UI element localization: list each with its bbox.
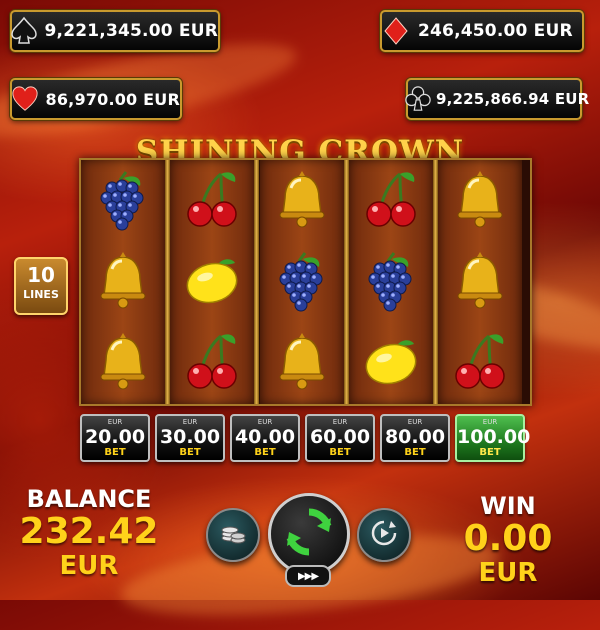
lines-count: 10 — [27, 263, 55, 287]
jackpot-clubs-value: 9,225,866.94 EUR — [436, 90, 590, 108]
balance-panel: BALANCE 232.42 EUR — [14, 485, 164, 581]
cherries-icon — [170, 323, 254, 403]
bet-button-5[interactable]: EUR 80.00 BET — [380, 414, 450, 462]
reel-separator — [343, 160, 349, 404]
cherries-icon — [349, 161, 433, 241]
bet-label: BET — [479, 447, 501, 458]
win-value: 0.00 — [463, 518, 553, 559]
autoplay-icon — [369, 518, 399, 552]
turbo-button[interactable]: ▶▶▶ — [285, 565, 331, 587]
reel-separator — [254, 160, 260, 404]
bet-button-2[interactable]: EUR 30.00 BET — [155, 414, 225, 462]
lemon-icon — [170, 242, 254, 322]
bet-amount: 40.00 — [234, 426, 296, 448]
bell-icon — [438, 161, 522, 241]
win-currency: EUR — [478, 558, 538, 588]
jackpot-diamonds-value: 246,450.00 EUR — [418, 21, 573, 41]
bet-button-3[interactable]: EUR 40.00 BET — [230, 414, 300, 462]
bell-icon — [81, 242, 165, 322]
diamond-icon — [378, 13, 414, 49]
reel-1 — [81, 160, 165, 404]
reel-separator — [165, 160, 170, 404]
bell-icon — [260, 323, 344, 403]
cherries-icon — [438, 323, 522, 403]
reels-frame — [79, 158, 532, 406]
grapes-icon — [260, 242, 344, 322]
bet-amount: 20.00 — [84, 426, 146, 448]
bet-button-6[interactable]: EUR 100.00 BET — [455, 414, 531, 462]
bet-amount: 60.00 — [309, 426, 371, 448]
balance-value: 232.42 — [19, 511, 159, 552]
bell-icon — [260, 161, 344, 241]
spin-button[interactable] — [268, 493, 350, 575]
cherries-icon — [170, 161, 254, 241]
bet-button-4[interactable]: EUR 60.00 BET — [305, 414, 375, 462]
coins-button[interactable] — [206, 508, 260, 562]
bet-label: BET — [329, 447, 351, 458]
coins-icon — [218, 518, 248, 552]
reel-separator — [432, 160, 438, 404]
win-panel: WIN 0.00 EUR — [448, 492, 568, 588]
grapes-icon — [81, 161, 165, 241]
lemon-icon — [349, 323, 433, 403]
balance-label: BALANCE — [26, 485, 152, 513]
jackpot-hearts: 86,970.00 EUR — [10, 78, 182, 120]
jackpot-spades-value: 9,221,345.00 EUR — [44, 21, 218, 41]
bet-amount: 80.00 — [384, 426, 446, 448]
reel-3 — [259, 160, 344, 404]
bet-label: BET — [179, 447, 201, 458]
bell-icon — [81, 323, 165, 403]
balance-currency: EUR — [59, 551, 119, 581]
lines-label: LINES — [23, 288, 59, 301]
club-icon — [404, 81, 432, 117]
bet-amount: 30.00 — [159, 426, 221, 448]
heart-icon — [8, 81, 42, 117]
bet-amount: 100.00 — [457, 426, 531, 448]
spin-refresh-icon — [281, 504, 337, 564]
win-label: WIN — [480, 492, 536, 520]
bet-label: BET — [104, 447, 126, 458]
bet-label: BET — [254, 447, 276, 458]
reel-2 — [170, 160, 255, 404]
jackpot-spades: 9,221,345.00 EUR — [10, 10, 220, 52]
jackpot-diamonds: 246,450.00 EUR — [380, 10, 584, 52]
jackpot-hearts-value: 86,970.00 EUR — [45, 89, 180, 109]
bet-label: BET — [404, 447, 426, 458]
reel-4 — [348, 160, 433, 404]
jackpot-clubs: 9,225,866.94 EUR — [404, 78, 589, 120]
bet-button-1[interactable]: EUR 20.00 BET — [80, 414, 150, 462]
reel-5 — [438, 160, 522, 404]
lines-badge: 10 LINES — [14, 257, 68, 315]
bell-icon — [438, 242, 522, 322]
autoplay-button[interactable] — [357, 508, 411, 562]
spade-icon — [8, 13, 41, 49]
grapes-icon — [349, 242, 433, 322]
